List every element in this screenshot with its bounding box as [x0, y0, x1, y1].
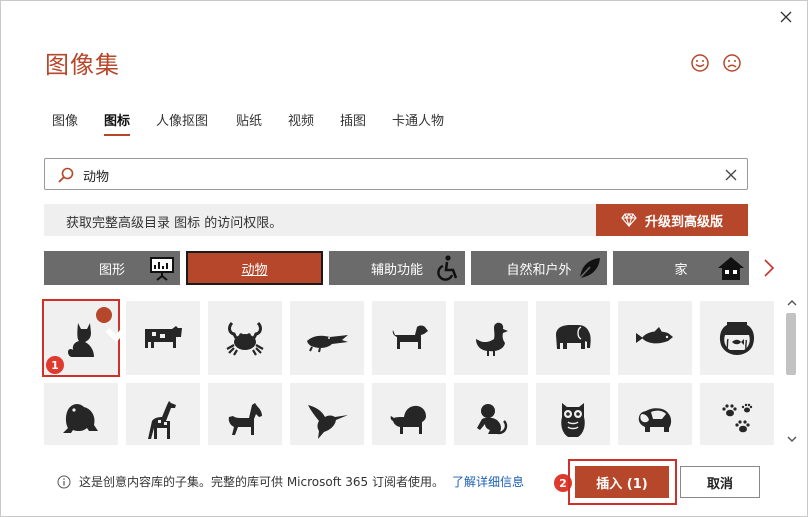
category-strip: 图形 动物 辅助功能 自然和户外 家	[44, 251, 764, 285]
category-label: 自然和户外	[506, 262, 572, 278]
scroll-down-icon[interactable]	[786, 433, 798, 445]
icon-tile-crab[interactable]	[208, 301, 282, 375]
house-icon	[718, 257, 744, 280]
image-collection-dialog: 图像集 图像 图标 人像抠图 贴纸 视频 插图 卡通人物 获取完整高级目录 图标…	[0, 0, 808, 517]
category-label: 家	[674, 262, 688, 278]
icon-tile-owl[interactable]	[536, 383, 610, 445]
tab-cutout-people[interactable]: 人像抠图	[156, 110, 208, 129]
footer-notice: 这是创意内容库的子集。完整的库可供 Microsoft 365 订阅者使用。 了…	[57, 473, 524, 490]
chevron-right-icon[interactable]	[761, 257, 777, 279]
icon-tile-fish[interactable]	[618, 301, 692, 375]
search-box	[44, 158, 748, 190]
insert-button[interactable]: 插入 (1)	[575, 466, 669, 498]
elephant-icon	[556, 325, 591, 349]
clear-search-icon[interactable]	[723, 167, 739, 183]
step-1-badge: 1	[46, 356, 64, 374]
icon-tile-horse[interactable]	[208, 383, 282, 445]
category-animals[interactable]: 动物	[186, 251, 323, 285]
paw-prints-icon	[722, 403, 753, 433]
smile-icon[interactable]	[690, 53, 710, 73]
cancel-button[interactable]: 取消	[680, 466, 760, 498]
category-label: 动物	[241, 262, 268, 278]
category-nature-outdoors[interactable]: 自然和户外	[471, 251, 607, 285]
icon-grid	[41, 297, 781, 445]
icon-tile-elephant[interactable]	[536, 301, 610, 375]
frown-icon[interactable]	[722, 53, 742, 73]
leaf-icon	[577, 258, 600, 281]
scroll-up-icon[interactable]	[786, 297, 798, 309]
icon-tile-alligator[interactable]	[290, 301, 364, 375]
upgrade-button[interactable]: 升级到高级版	[596, 204, 748, 236]
premium-banner: 获取完整高级目录 图标 的访问权限。 升级到高级版	[44, 204, 748, 236]
presentation-icon	[150, 257, 174, 281]
icon-tile-panda[interactable]	[618, 383, 692, 445]
crab-icon	[226, 321, 264, 356]
alligator-icon	[307, 335, 348, 353]
category-graphics[interactable]: 图形	[44, 251, 180, 285]
icon-tile-giraffe[interactable]	[126, 383, 200, 445]
close-button[interactable]	[773, 5, 799, 29]
dog-icon	[392, 325, 428, 349]
learn-more-link[interactable]: 了解详细信息	[452, 473, 524, 490]
selected-check-icon	[96, 307, 133, 343]
tab-images[interactable]: 图像	[52, 110, 78, 129]
search-icon	[58, 167, 74, 183]
tab-stickers[interactable]: 贴纸	[236, 110, 262, 129]
horse-icon	[228, 403, 262, 435]
owl-icon	[561, 403, 585, 437]
search-input[interactable]	[83, 165, 683, 185]
info-icon	[57, 475, 71, 488]
giraffe-icon	[148, 401, 176, 439]
category-label: 辅助功能	[370, 262, 423, 278]
tab-icons[interactable]: 图标	[104, 110, 131, 136]
upgrade-label: 升级到高级版	[644, 214, 723, 230]
vertical-scrollbar[interactable]	[783, 297, 801, 449]
category-label: 图形	[98, 262, 125, 278]
hummingbird-icon	[308, 405, 348, 439]
icon-tile-frog[interactable]	[44, 383, 118, 445]
icon-tile-dog[interactable]	[372, 301, 446, 375]
scroll-thumb[interactable]	[786, 313, 796, 375]
dialog-title: 图像集	[45, 51, 120, 79]
icon-tile-fishbowl[interactable]	[700, 301, 774, 375]
icon-tile-duck[interactable]	[454, 301, 528, 375]
category-accessibility[interactable]: 辅助功能	[329, 251, 465, 285]
category-home[interactable]: 家	[613, 251, 749, 285]
tab-illustrations[interactable]: 插图	[340, 110, 366, 129]
icon-tile-monkey[interactable]	[454, 383, 528, 445]
fish-icon	[636, 327, 673, 344]
wheelchair-icon	[437, 255, 458, 281]
footer-info-text: 这是创意内容库的子集。完整的库可供 Microsoft 365 订阅者使用。	[79, 475, 444, 489]
icon-tile-lion[interactable]	[372, 383, 446, 445]
panda-icon	[638, 408, 672, 432]
frog-icon	[63, 404, 98, 433]
fishbowl-icon	[719, 322, 755, 355]
duck-icon	[476, 322, 508, 356]
tab-cartoon-people[interactable]: 卡通人物	[392, 110, 444, 129]
icon-tile-paw-prints[interactable]	[700, 383, 774, 445]
cow-icon	[145, 326, 182, 348]
icon-tile-cow[interactable]	[126, 301, 200, 375]
monkey-icon	[477, 404, 508, 435]
close-icon	[780, 11, 792, 23]
lion-icon	[390, 405, 426, 434]
icon-tile-hummingbird[interactable]	[290, 383, 364, 445]
premium-message: 获取完整高级目录 图标 的访问权限。	[66, 216, 283, 231]
diamond-icon	[621, 213, 637, 227]
tab-videos[interactable]: 视频	[288, 110, 314, 129]
